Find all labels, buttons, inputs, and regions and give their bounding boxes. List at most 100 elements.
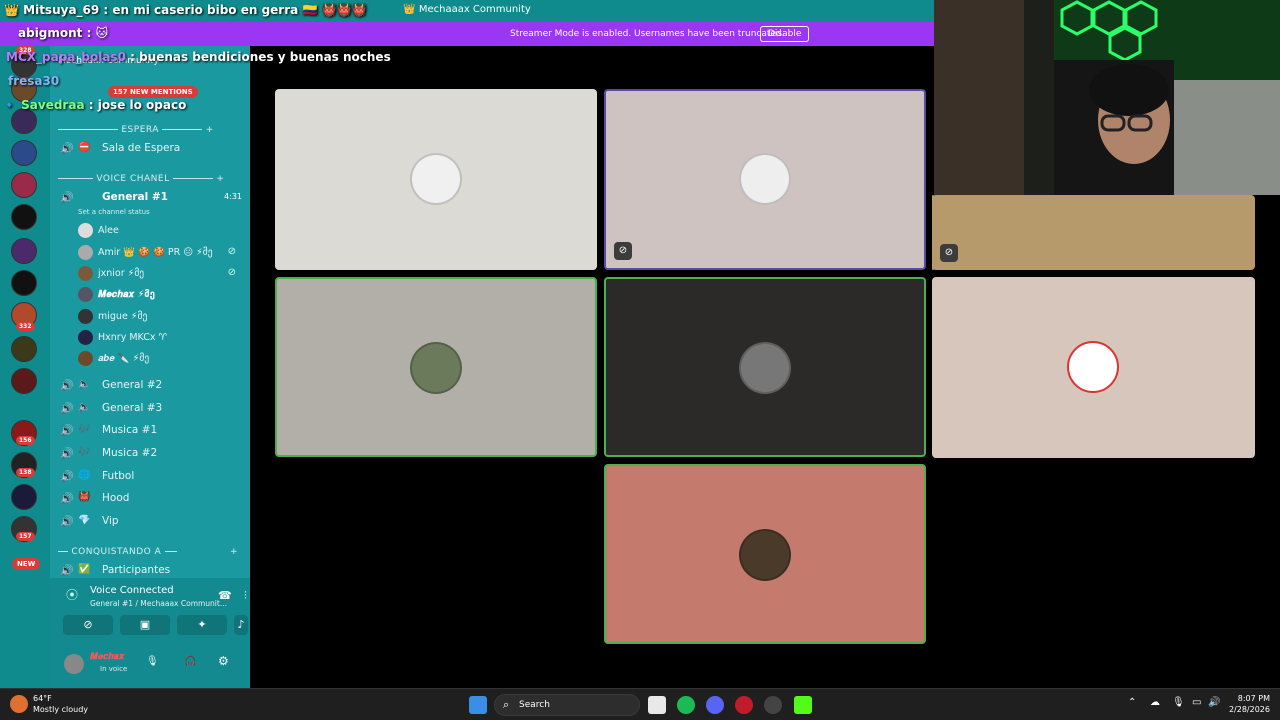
channel-label: Futbol — [102, 470, 135, 482]
channel-hood[interactable]: 🔊 👹 Hood — [58, 489, 246, 509]
server-icon[interactable] — [11, 368, 37, 394]
taskbar: 64°F Mostly cloudy ⌕ Search ⌃ ☁ 🎙 ▭ 🔊 8:… — [0, 688, 1280, 720]
channel-sala-de-espera[interactable]: 🔊 ⛔ Sala de Espera — [58, 139, 246, 159]
camera-off-button[interactable]: ⊘ — [63, 615, 113, 635]
channel-status[interactable]: Set a channel status — [78, 208, 150, 216]
user-name: 𝑴𝒆𝒄𝒉𝒂𝒙 — [90, 652, 125, 662]
mentions-badge[interactable]: 157 NEW MENTIONS — [108, 86, 198, 98]
add-channel-icon[interactable]: + — [206, 125, 214, 135]
participant-tile[interactable] — [604, 277, 926, 457]
add-channel-icon[interactable]: + — [216, 174, 224, 184]
channel-general-3[interactable]: 🔊 🔈 General #3 — [58, 399, 246, 419]
participant-tile[interactable] — [604, 464, 926, 644]
disable-streamer-mode-button[interactable]: Disable — [760, 26, 810, 42]
category-voice-chanel[interactable]: VOICE CHANEL + — [58, 174, 244, 184]
windows-start-icon[interactable] — [469, 696, 487, 714]
server-icon[interactable] — [11, 238, 37, 264]
participant-tile[interactable]: ⊘ — [604, 89, 926, 270]
channel-label: Musica #2 — [102, 447, 158, 459]
voice-user[interactable]: 𝒂𝒃𝒆 🔪 ⚡მე — [78, 349, 246, 369]
activities-button[interactable]: ✦ — [177, 615, 227, 635]
server-icon[interactable] — [11, 204, 37, 230]
voice-user[interactable]: migue ⚡მე — [78, 307, 246, 327]
obs-icon[interactable] — [764, 696, 782, 714]
voice-status[interactable]: Voice Connected — [90, 585, 174, 596]
cloud-icon[interactable]: ☁ — [1150, 697, 1160, 708]
voice-channel-path[interactable]: General #1 / Mechaaax Communit... — [90, 599, 227, 608]
soundboard-button[interactable]: ♪ — [234, 615, 248, 635]
category-label: CONQUISTANDO A — [71, 547, 162, 557]
voice-user[interactable]: Alee — [78, 221, 246, 241]
participant-tile[interactable] — [932, 277, 1255, 458]
checkmark-icon: ✅ — [78, 564, 91, 575]
speaker-icon: 🔊 — [60, 564, 74, 577]
chat-message: 👑 Mitsuya_69 : en mi caserio bibo en ger… — [4, 3, 367, 17]
speaker-icon: 🔈 — [78, 379, 91, 390]
speaker-icon: 🔊 — [60, 470, 74, 483]
window-title: Mechaaax Community — [418, 4, 531, 15]
volume-icon[interactable]: 🔊 — [1208, 697, 1220, 708]
microphone-icon[interactable]: 🎙 — [1172, 697, 1185, 708]
channel-general-2[interactable]: 🔊 🔈 General #2 — [58, 376, 246, 396]
server-badge: 156 — [16, 436, 35, 445]
channel-general-1[interactable]: 🔊 General #1 4:31 — [58, 188, 246, 208]
participant-tile[interactable]: ⊘ — [932, 195, 1255, 270]
microphone-icon[interactable]: 🎙 — [146, 656, 159, 667]
voice-panel: ⦿ Voice Connected General #1 / Mechaaax … — [50, 578, 250, 688]
headphones-icon[interactable]: 🎧 — [184, 656, 196, 667]
disconnect-icon[interactable]: ☎ — [218, 589, 232, 602]
camera-off-icon: ⊘ — [83, 618, 93, 631]
search-box[interactable]: ⌕ Search — [494, 694, 640, 716]
category-espera[interactable]: ESPERA + — [58, 125, 244, 135]
channel-vip[interactable]: 🔊 💎 Vip — [58, 512, 246, 532]
avatar — [410, 342, 462, 394]
webcam-feed — [934, 0, 1280, 195]
display-icon[interactable]: ▭ — [1192, 697, 1201, 708]
server-icon[interactable] — [11, 484, 37, 510]
opera-icon[interactable] — [735, 696, 753, 714]
search-label: Search — [519, 700, 550, 710]
noise-suppression-icon[interactable]: ⫶ — [244, 589, 247, 603]
soundboard-icon: ♪ — [237, 618, 245, 631]
chevron-up-icon[interactable]: ⌃ — [1128, 697, 1136, 708]
speaker-icon: 🔊 — [60, 515, 74, 528]
voice-user[interactable]: jxnior ⚡მე ⊘ — [78, 264, 246, 284]
category-label: VOICE CHANEL — [96, 174, 170, 184]
server-icon[interactable] — [11, 270, 37, 296]
screen-share-button[interactable]: ▣ — [120, 615, 170, 635]
user-name: jxnior ⚡მე — [98, 268, 145, 279]
gear-icon[interactable]: ⚙ — [218, 654, 229, 668]
avatar[interactable] — [64, 654, 84, 674]
voice-stage: ⊘ — [250, 46, 934, 688]
temperature: 64°F — [33, 694, 52, 703]
voice-user[interactable]: 𝑴𝒆𝒄𝒉𝒂𝒙 ⚡მე — [78, 285, 246, 305]
avatar — [78, 330, 93, 345]
no-entry-icon: ⛔ — [78, 142, 91, 153]
kick-icon[interactable] — [794, 696, 812, 714]
chat-username: MCX_papa_bolas0 — [6, 50, 126, 64]
server-icon[interactable] — [11, 172, 37, 198]
category-conquistando[interactable]: CONQUISTANDO A + — [58, 547, 244, 557]
voice-user[interactable]: Hxnry MKCx ♈ — [78, 328, 246, 348]
add-channel-icon[interactable]: + — [230, 547, 238, 557]
spotify-icon[interactable] — [677, 696, 695, 714]
emote-icon: 🐱 — [95, 26, 109, 40]
voice-user[interactable]: Amir 👑 🍪 🍪 PR 😐 ⚡მე ⊘ — [78, 243, 246, 263]
server-icon[interactable] — [11, 336, 37, 362]
server-icon[interactable] — [11, 140, 37, 166]
chat-username: Mitsuya_69 — [23, 3, 100, 17]
user-name: Hxnry MKCx ♈ — [98, 332, 168, 343]
file-explorer-icon[interactable] — [648, 696, 666, 714]
channel-futbol[interactable]: 🔊 🌐 Futbol — [58, 467, 246, 487]
discord-icon[interactable] — [706, 696, 724, 714]
weather-icon[interactable] — [10, 695, 28, 713]
participant-tile[interactable] — [275, 89, 597, 270]
channel-musica-1[interactable]: 🔊 🎶 Musica #1 — [58, 421, 246, 441]
clock[interactable]: 8:07 PM 2/28/2026 — [1228, 693, 1270, 715]
participant-tile[interactable] — [275, 277, 597, 457]
weather-widget[interactable]: 64°F Mostly cloudy — [33, 693, 88, 715]
mic-muted-icon: ⊘ — [227, 246, 236, 257]
channel-label: Participantes — [102, 564, 171, 576]
avatar — [78, 287, 93, 302]
channel-musica-2[interactable]: 🔊 🎶 Musica #2 — [58, 444, 246, 464]
